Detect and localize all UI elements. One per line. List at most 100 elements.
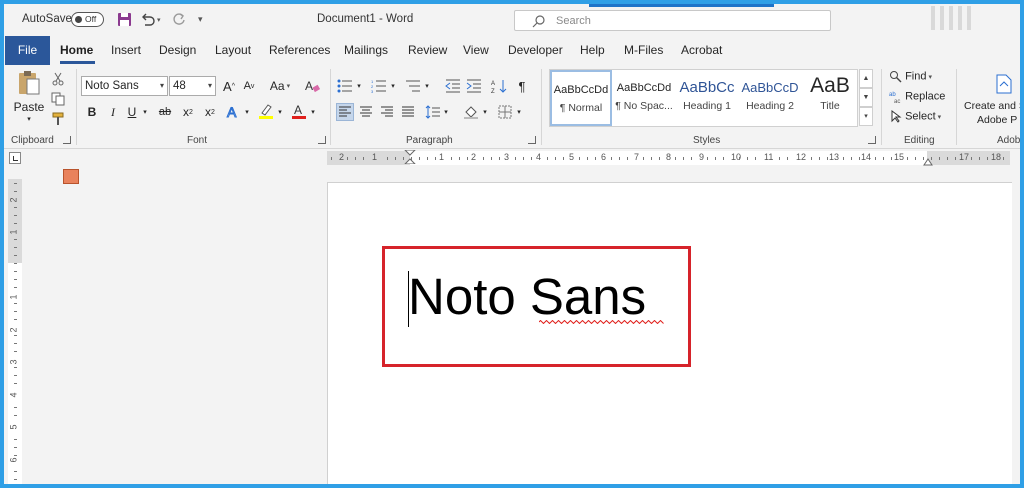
style-heading-1[interactable]: AaBbCc Heading 1 — [676, 70, 738, 126]
save-icon[interactable] — [116, 11, 133, 28]
line-spacing-icon[interactable] — [424, 103, 442, 121]
tab-mfiles[interactable]: M-Files — [624, 43, 663, 57]
text-effects-dropdown-icon[interactable]: ▾ — [243, 103, 251, 121]
vertical-ruler[interactable]: 2 1 1 2 3 4 5 6 — [8, 179, 22, 484]
ruler-tick — [14, 367, 17, 368]
change-case-button[interactable]: Aa ▾ — [265, 77, 295, 95]
format-painter-icon[interactable] — [50, 111, 66, 127]
align-left-icon[interactable] — [336, 103, 354, 121]
styles-more-button[interactable]: ▾ — [859, 107, 873, 126]
subscript-button[interactable]: x2 — [179, 103, 197, 121]
addin-icon[interactable] — [63, 169, 79, 184]
strikethrough-button[interactable]: ab — [156, 103, 174, 121]
highlight-color-icon[interactable] — [256, 101, 276, 121]
ruler-tick — [931, 157, 932, 160]
ruler-number: 5 — [569, 152, 575, 162]
tab-view[interactable]: View — [463, 43, 489, 57]
text-effects-icon[interactable]: A — [224, 103, 244, 121]
justify-icon[interactable] — [399, 103, 417, 121]
shrink-font-button[interactable]: Av — [240, 77, 258, 95]
show-formatting-marks-icon[interactable]: ¶ — [514, 77, 530, 95]
redo-icon[interactable] — [171, 11, 188, 28]
select-button[interactable]: Select ▾ — [889, 110, 941, 123]
font-size-select[interactable]: 48 ▾ — [169, 76, 216, 96]
increase-indent-icon[interactable] — [465, 77, 483, 95]
ruler-tick — [587, 157, 588, 160]
tab-developer[interactable]: Developer — [508, 43, 563, 57]
horizontal-ruler[interactable]: 2 1 1 2 3 4 5 6 7 8 9 10 11 12 13 14 15 17 18 — [327, 150, 1010, 166]
ruler-tick — [939, 157, 940, 160]
underline-button[interactable]: U — [124, 103, 140, 121]
search-box[interactable]: Search — [514, 10, 831, 31]
tab-design[interactable]: Design — [159, 43, 196, 57]
cut-icon[interactable] — [50, 71, 66, 87]
superscript-button[interactable]: x2 — [201, 103, 219, 121]
document-page[interactable]: Noto Sans — [327, 182, 1012, 484]
paragraph-launcher-icon[interactable] — [528, 136, 536, 144]
indent-marker-icon[interactable] — [404, 150, 416, 164]
tab-selector[interactable] — [9, 152, 21, 164]
shading-dropdown-icon[interactable]: ▾ — [481, 103, 489, 121]
title-decor — [949, 6, 953, 30]
italic-button[interactable]: I — [105, 103, 121, 121]
change-case-glyph: Aa — [269, 79, 285, 93]
clipboard-launcher-icon[interactable] — [63, 136, 71, 144]
autosave-toggle[interactable]: Off — [71, 12, 104, 27]
styles-scroll-up-button[interactable]: ▲ — [859, 69, 873, 88]
style-title[interactable]: AaB Title — [802, 70, 858, 126]
decrease-indent-icon[interactable] — [444, 77, 462, 95]
shading-icon[interactable] — [462, 103, 480, 121]
font-color-icon[interactable]: A — [289, 101, 309, 121]
tab-home[interactable]: Home — [60, 43, 93, 57]
document-text[interactable]: Noto Sans — [408, 267, 646, 326]
tab-mailings[interactable]: Mailings — [344, 43, 388, 57]
borders-icon[interactable] — [496, 103, 514, 121]
copy-icon[interactable] — [50, 91, 66, 107]
ruler-tick — [619, 157, 620, 160]
tab-insert[interactable]: Insert — [111, 43, 141, 57]
paste-dropdown-icon[interactable]: ▾ — [22, 115, 36, 123]
styles-scroll-down-button[interactable]: ▼ — [859, 88, 873, 107]
customize-qat-icon[interactable]: ▾ — [198, 14, 215, 31]
highlight-dropdown-icon[interactable]: ▾ — [276, 103, 284, 121]
style-no-spacing[interactable]: AaBbCcDd ¶ No Spac... — [613, 70, 675, 126]
find-button[interactable]: Find ▾ — [889, 70, 932, 83]
line-spacing-dropdown-icon[interactable]: ▾ — [442, 103, 450, 121]
grow-font-button[interactable]: A ^ — [220, 77, 238, 95]
tab-layout[interactable]: Layout — [215, 43, 251, 57]
bold-button[interactable]: B — [84, 103, 100, 121]
style-heading-2[interactable]: AaBbCcD Heading 2 — [739, 70, 801, 126]
tab-help[interactable]: Help — [580, 43, 605, 57]
font-launcher-icon[interactable] — [318, 136, 326, 144]
undo-icon[interactable] — [139, 11, 156, 28]
tab-acrobat[interactable]: Acrobat — [681, 43, 722, 57]
numbering-dropdown-icon[interactable]: ▾ — [389, 77, 397, 95]
replace-button[interactable]: ab ac Replace — [889, 90, 945, 105]
ruler-tick — [907, 157, 908, 160]
acrobat-create-icon[interactable] — [994, 73, 1014, 95]
font-color-dropdown-icon[interactable]: ▾ — [309, 103, 317, 121]
multilevel-list-icon[interactable] — [404, 77, 422, 95]
group-separator — [956, 69, 957, 145]
styles-launcher-icon[interactable] — [868, 136, 876, 144]
style-normal[interactable]: AaBbCcDd ¶ Normal — [550, 70, 612, 126]
sort-icon[interactable]: AZ — [490, 77, 508, 95]
acrobat-create-label[interactable]: Create and S — [964, 100, 1020, 112]
borders-dropdown-icon[interactable]: ▾ — [515, 103, 523, 121]
paste-icon[interactable] — [16, 69, 42, 97]
tab-references[interactable]: References — [269, 43, 330, 57]
acrobat-create-label-2[interactable]: Adobe P — [977, 114, 1017, 126]
font-name-select[interactable]: Noto Sans ▾ — [81, 76, 168, 96]
bullets-icon[interactable] — [336, 77, 354, 95]
align-center-icon[interactable] — [357, 103, 375, 121]
underline-dropdown-icon[interactable]: ▾ — [140, 103, 150, 121]
word-window: AutoSave Off ▾ ▾ Document1 - Word Search… — [4, 4, 1020, 484]
bullets-dropdown-icon[interactable]: ▾ — [355, 77, 363, 95]
paste-label[interactable]: Paste — [14, 100, 45, 114]
numbering-icon[interactable]: 123 — [370, 77, 388, 95]
multilevel-dropdown-icon[interactable]: ▾ — [423, 77, 431, 95]
clear-formatting-icon[interactable]: A — [303, 77, 321, 95]
align-right-icon[interactable] — [378, 103, 396, 121]
tab-file[interactable]: File — [5, 36, 50, 65]
tab-review[interactable]: Review — [408, 43, 447, 57]
